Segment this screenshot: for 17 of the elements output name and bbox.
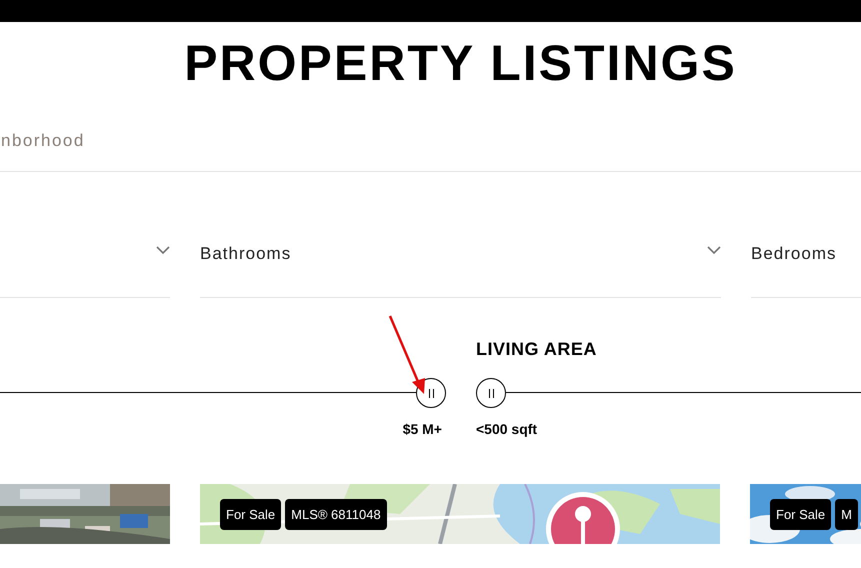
listing-badge: For Sale [220,499,282,530]
chevron-down-icon [707,246,721,255]
filter-dropdown[interactable]: Bathrooms [200,235,721,298]
slider-handle[interactable] [476,378,506,408]
tab[interactable]: nborhood [1,131,85,151]
chevron-down-icon [156,246,170,255]
page-title: PROPERTY LISTINGS [183,34,738,93]
listing-badge: For Sale [770,499,832,530]
slider-heading: LIVING AREA [476,339,597,359]
listing-badge: M [835,499,858,530]
filter-label: Bathrooms [200,244,292,264]
filter-label: Bedrooms [751,244,836,264]
slider-value: $5 M+ [402,421,442,437]
filter-dropdown[interactable]: Bedrooms [751,235,861,298]
listing-badge: MLS® 6811048 [285,499,387,530]
slider-value: <500 sqft [476,421,538,437]
map-pin-icon[interactable] [545,489,621,544]
